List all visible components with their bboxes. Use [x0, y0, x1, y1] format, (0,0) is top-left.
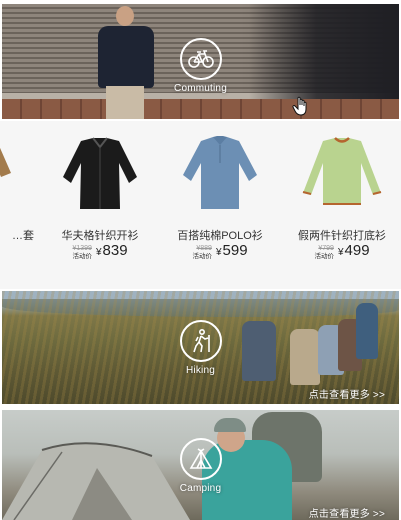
- promo-tag: 活动价: [314, 253, 334, 260]
- hiking-banner[interactable]: Hiking 点击查看更多 >>: [2, 291, 399, 404]
- brick-wall: [2, 99, 399, 119]
- product-carousel[interactable]: …套 华夫格针织开衫 ¥1399 活动价 ¥839 百搭纯棉POLO衫 ¥889…: [0, 121, 401, 289]
- price-row: ¥889 活动价 ¥599: [160, 241, 280, 261]
- sale-price: ¥599: [215, 242, 248, 259]
- product-image: [0, 147, 11, 177]
- product-name: …套: [12, 230, 34, 242]
- sale-price: ¥499: [337, 242, 370, 259]
- original-price: ¥1399: [72, 245, 92, 252]
- view-more-link[interactable]: 点击查看更多 >>: [309, 505, 385, 520]
- tent-icon: [179, 438, 222, 480]
- product-image: [63, 137, 137, 209]
- bicycle-icon: [179, 38, 222, 80]
- product-card[interactable]: …套: [0, 121, 34, 289]
- product-card[interactable]: 假两件针织打底衫 ¥799 活动价 ¥499: [282, 121, 401, 289]
- commuting-banner[interactable]: Commuting: [2, 4, 399, 119]
- product-card[interactable]: 百搭纯棉POLO衫 ¥889 活动价 ¥599: [160, 121, 280, 289]
- hand-cursor-icon: [292, 96, 307, 116]
- product-card[interactable]: 华夫格针织开衫 ¥1399 活动价 ¥839: [40, 121, 160, 289]
- banner-label-commuting: Commuting: [174, 83, 227, 94]
- camping-banner[interactable]: Camping 点击查看更多 >>: [2, 410, 399, 520]
- promo-tag: 活动价: [192, 253, 212, 260]
- price-row: ¥799 活动价 ¥499: [282, 241, 401, 261]
- original-price: ¥889: [196, 245, 212, 252]
- hiker-icon: [179, 320, 222, 362]
- banner-label-camping: Camping: [179, 483, 222, 494]
- promo-tag: 活动价: [72, 253, 92, 260]
- banner-label-hiking: Hiking: [186, 365, 215, 376]
- view-more-link[interactable]: 点击查看更多 >>: [309, 386, 385, 401]
- product-image: [183, 136, 257, 209]
- product-image: [302, 137, 382, 205]
- sale-price: ¥839: [95, 242, 128, 259]
- price-row: ¥1399 活动价 ¥839: [40, 241, 160, 261]
- original-price: ¥799: [318, 245, 334, 252]
